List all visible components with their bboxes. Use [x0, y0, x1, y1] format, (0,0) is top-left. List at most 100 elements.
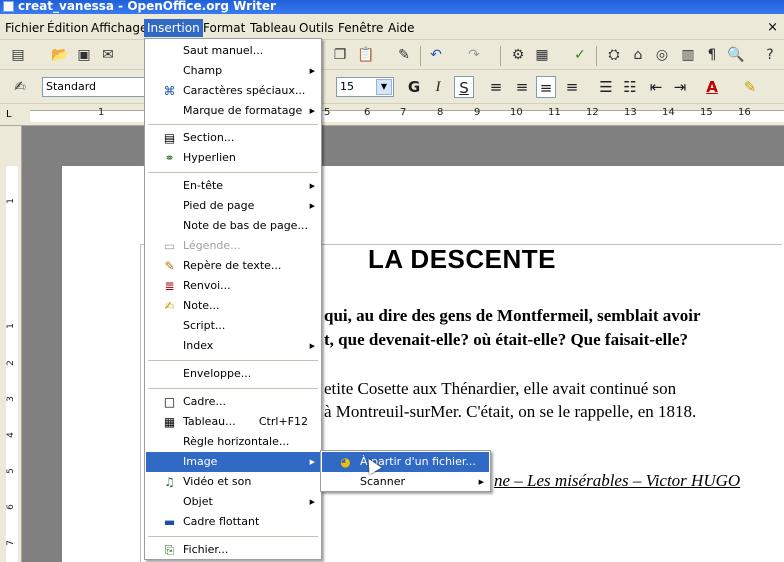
document-line[interactable]: ne – Les misérables – Victor HUGO [494, 471, 740, 491]
tab-type-icon[interactable]: L [6, 109, 12, 120]
insertion-menu: Saut manuel... Champ ▶ ⌘ Caractères spécia… [144, 38, 322, 560]
title-bar: creat_vanessa - OpenOffice.org Writer [0, 0, 784, 14]
undo-icon[interactable]: ↶ [426, 45, 446, 65]
menu-item-en-tete[interactable]: En-tête ▶ [146, 176, 320, 196]
menu-affichage[interactable]: Affichage [88, 19, 150, 37]
submenu-arrow-icon: ▶ [309, 67, 315, 75]
decrease-indent-icon[interactable]: ⇤ [646, 76, 666, 98]
increase-indent-icon[interactable]: ⇥ [670, 76, 690, 98]
menu-item-a-partir-fichier[interactable]: ◕ À partir d'un fichier... [322, 452, 489, 472]
open-icon[interactable]: 📂 [50, 45, 70, 65]
menu-item-label: Index [183, 339, 214, 352]
menu-item-marque-formatage[interactable]: Marque de formatage ▶ [146, 101, 320, 121]
menu-item-label: Scanner [360, 475, 406, 488]
navigator-icon[interactable]: ⚙ [508, 45, 528, 65]
show-draw-icon[interactable]: ✓ [570, 45, 590, 65]
menu-item-tableau[interactable]: ▦ Tableau... Ctrl+F12 [146, 412, 320, 432]
ruler-mark: 7 [400, 107, 407, 118]
chevron-down-icon[interactable]: ▼ [376, 79, 392, 95]
menu-item-label: Objet [183, 495, 213, 508]
table-view-icon[interactable]: ▥ [678, 45, 698, 65]
menu-item-champ[interactable]: Champ ▶ [146, 61, 320, 81]
menu-outils[interactable]: Outils [296, 19, 337, 37]
close-document-icon[interactable]: × [767, 20, 778, 35]
menu-fenetre[interactable]: Fenêtre [335, 19, 386, 37]
omega-icon: ⌘ [163, 84, 176, 98]
font-color-icon[interactable]: A [702, 76, 722, 98]
submenu-arrow-icon: ▶ [309, 458, 315, 466]
align-center-icon[interactable]: ≡ [512, 76, 532, 98]
menu-fichier[interactable]: Fichier [2, 19, 47, 37]
menu-item-index[interactable]: Index ▶ [146, 336, 320, 356]
vruler-mark: 4 [5, 432, 16, 438]
menu-item-image[interactable]: Image ▶ [146, 452, 320, 472]
menu-item-objet[interactable]: Objet ▶ [146, 492, 320, 512]
menu-item-caracteres-speciaux[interactable]: ⌘ Caractères spéciaux... [146, 81, 320, 101]
menu-item-label: Saut manuel... [183, 44, 264, 57]
redo-icon[interactable]: ↷ [464, 45, 484, 65]
menu-item-cadre-flottant[interactable]: ▬ Cadre flottant [146, 512, 320, 532]
menu-format[interactable]: Format [200, 19, 248, 37]
find-replace-icon[interactable]: ⛭ [604, 45, 624, 65]
vruler-mark: 2 [5, 360, 16, 366]
menu-item-regle-horizontale[interactable]: Règle horizontale... [146, 432, 320, 452]
menu-item-section[interactable]: ▤ Section... [146, 128, 320, 148]
menu-item-hyperlien[interactable]: ⚭ Hyperlien [146, 148, 320, 168]
menu-edition[interactable]: Édition [44, 19, 92, 37]
ruler-mark: 16 [738, 107, 751, 118]
italic-button[interactable]: I [428, 76, 448, 98]
document-line[interactable]: t, que devenait-elle? où était-elle? Que… [324, 330, 688, 350]
menu-item-script[interactable]: Script... [146, 316, 320, 336]
new-document-icon[interactable]: ▤ [8, 45, 28, 65]
datasource-icon[interactable]: ◎ [652, 45, 672, 65]
clone-format-icon[interactable]: ✎ [394, 45, 414, 65]
zoom-icon[interactable]: 🔍 [726, 45, 746, 65]
menu-item-note-bas-page[interactable]: Note de bas de page... [146, 216, 320, 236]
menu-item-cadre[interactable]: □ Cadre... [146, 392, 320, 412]
document-line[interactable]: qui, au dire des gens de Montfermeil, se… [324, 306, 701, 326]
copy-icon[interactable]: ❐ [330, 45, 350, 65]
menu-item-saut-manuel[interactable]: Saut manuel... [146, 41, 320, 61]
bold-button[interactable]: G [404, 76, 424, 98]
insert-table-icon[interactable]: ▦ [532, 45, 552, 65]
email-icon[interactable]: ✉ [98, 45, 118, 65]
document-line[interactable]: etite Cosette aux Thénardier, elle avait… [324, 379, 676, 399]
menu-item-video-son[interactable]: ♫ Vidéo et son [146, 472, 320, 492]
ruler-mark: 5 [324, 107, 331, 118]
save-icon[interactable]: ▣ [74, 45, 94, 65]
highlight-icon[interactable]: ✎ [740, 76, 760, 98]
justify-icon[interactable]: ≡ [562, 76, 582, 98]
menu-item-repere-texte[interactable]: ✎ Repère de texte... [146, 256, 320, 276]
menu-item-scanner[interactable]: Scanner ▶ [322, 472, 489, 492]
menu-item-pied-de-page[interactable]: Pied de page ▶ [146, 196, 320, 216]
menu-insertion[interactable]: Insertion [144, 19, 203, 37]
pilcrow-icon[interactable]: ¶ [702, 45, 722, 65]
menu-item-label: Fichier... [183, 543, 229, 556]
ruler-mark: 12 [586, 107, 599, 118]
document-line[interactable]: à Montreuil-surMer. C'était, on se le ra… [324, 402, 696, 422]
menu-item-enveloppe[interactable]: Enveloppe... [146, 364, 320, 384]
paragraph-style-combo[interactable]: Standard [42, 77, 146, 97]
menu-item-label: Règle horizontale... [183, 435, 290, 448]
menu-aide[interactable]: Aide [385, 19, 418, 37]
bullets-icon[interactable]: ☷ [620, 76, 640, 98]
standard-toolbar: ▤ 📂 ▣ ✉ ❐ 📋 ✎ ↶ ↷ ⚙ ▦ ✓ ⛭ ⌂ ◎ ▥ ¶ 🔍 ? [0, 40, 784, 70]
align-left-icon[interactable]: ≡ [486, 76, 506, 98]
menu-tableau[interactable]: Tableau [247, 19, 299, 37]
section-icon: ▤ [163, 131, 176, 145]
styles-icon[interactable]: ✍ [10, 77, 30, 97]
font-size-combo[interactable]: 15 ▼ [336, 77, 394, 97]
numbering-icon[interactable]: ☰ [596, 76, 616, 98]
gallery-icon[interactable]: ⌂ [628, 45, 648, 65]
table-icon: ▦ [163, 415, 176, 429]
menu-item-renvoi[interactable]: ≣ Renvoi... [146, 276, 320, 296]
document-title[interactable]: LA DESCENTE [368, 244, 556, 275]
menu-item-fichier[interactable]: ⎘ Fichier... [146, 540, 320, 560]
ruler-mark: 15 [700, 107, 713, 118]
align-right-icon[interactable]: ≡ [536, 76, 556, 98]
underline-button[interactable]: S [454, 76, 474, 98]
caption-icon: ▭ [163, 239, 176, 253]
paste-icon[interactable]: 📋 [356, 45, 376, 65]
menu-item-note[interactable]: ✍ Note... [146, 296, 320, 316]
help-icon[interactable]: ? [760, 45, 780, 65]
